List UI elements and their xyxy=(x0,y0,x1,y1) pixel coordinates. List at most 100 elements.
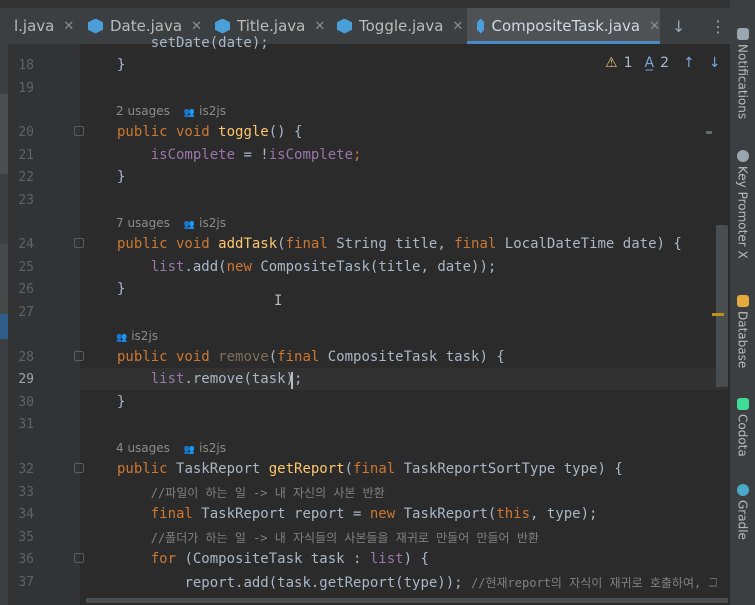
line-number: 32 xyxy=(18,462,34,477)
code-text: } xyxy=(117,394,126,410)
code-line: 36 for (CompositeTask task : list) { xyxy=(8,549,728,571)
close-icon[interactable]: ✕ xyxy=(452,19,463,34)
close-icon[interactable]: ✕ xyxy=(191,19,202,34)
database-icon xyxy=(736,295,749,307)
vertical-scrollbar[interactable] xyxy=(716,225,728,387)
inspection-widget[interactable]: ⚠ 1 A̲ 2 ↑ ↓ xyxy=(605,55,720,71)
code-line: 23 xyxy=(8,190,728,212)
author-hint: is2js xyxy=(184,216,226,230)
line-number: 19 xyxy=(18,81,34,96)
code-text: report.add(task.getReport(type)); //현재re… xyxy=(117,574,717,591)
usages-hint[interactable]: 4 usages is2js xyxy=(8,437,728,459)
tool-window-label: Key Promoter X xyxy=(735,166,750,259)
usages-hint[interactable]: 2 usages is2js xyxy=(8,100,728,122)
tool-window-label: Notifications xyxy=(735,44,750,120)
code-fragment: ( xyxy=(277,236,286,252)
line-number: 29 xyxy=(18,372,34,387)
tool-window-key-promoter[interactable]: Key Promoter X xyxy=(730,150,755,259)
keyword: public void xyxy=(117,349,219,365)
fold-marker-icon[interactable] xyxy=(74,463,84,473)
tool-window-notifications[interactable]: Notifications xyxy=(730,28,755,119)
author-hint: is2js xyxy=(184,441,226,455)
gradle-elephant-icon xyxy=(736,484,749,496)
method-name: getReport xyxy=(268,461,345,477)
usages-link[interactable]: 4 usages is2js xyxy=(116,441,226,455)
code-line: 21 isComplete = !isComplete; xyxy=(8,145,728,167)
code-fragment: (CompositeTask task : xyxy=(184,551,370,567)
tool-window-gradle[interactable]: Gradle xyxy=(730,484,755,540)
line-number: 37 xyxy=(18,575,34,590)
field: isComplete xyxy=(268,147,354,163)
code-line: 22 } xyxy=(8,167,728,189)
code-line: 32 public TaskReport getReport(final Tas… xyxy=(8,459,728,481)
line-number: 34 xyxy=(18,507,34,522)
usages-hint[interactable]: 7 usages is2js xyxy=(8,212,728,234)
typo-count[interactable]: 2 xyxy=(660,55,669,71)
close-icon[interactable]: ✕ xyxy=(649,19,660,34)
usages-link[interactable]: is2js xyxy=(116,329,158,343)
code-fragment: TaskReport xyxy=(176,461,269,477)
fold-marker-icon[interactable] xyxy=(74,238,84,248)
usages-count[interactable]: 2 usages xyxy=(116,104,170,118)
field: isComplete xyxy=(150,147,236,163)
previous-highlight-icon[interactable]: ↑ xyxy=(683,55,695,71)
keyword: public void xyxy=(117,236,219,252)
line-number: 23 xyxy=(18,193,34,208)
code-text: setDate(date); xyxy=(117,35,269,51)
code-fragment: ( xyxy=(268,349,278,365)
semicolon: ; xyxy=(353,147,362,163)
fold-marker-icon[interactable] xyxy=(74,553,84,563)
line-number: 26 xyxy=(18,282,34,297)
java-file-icon xyxy=(215,18,230,34)
error-stripe-mark[interactable] xyxy=(712,313,724,316)
code-fragment: report.add(task.getReport(type)); xyxy=(184,575,472,591)
close-icon[interactable]: ✕ xyxy=(63,19,74,34)
warning-count[interactable]: 1 xyxy=(624,55,633,71)
code-text: list.remove(task); xyxy=(117,371,303,387)
left-panel-edge xyxy=(0,44,8,605)
warning-icon[interactable]: ⚠ xyxy=(605,55,618,71)
bell-icon xyxy=(736,28,749,40)
code-fragment: TaskReport report = xyxy=(201,506,370,522)
line-number: 22 xyxy=(18,170,34,185)
usages-count[interactable]: 7 usages xyxy=(116,216,170,230)
java-file-icon xyxy=(88,18,103,34)
line-number: 28 xyxy=(18,350,34,365)
code-text: public TaskReport getReport(final TaskRe… xyxy=(117,461,623,477)
close-icon[interactable]: ✕ xyxy=(314,19,325,34)
tool-window-label: Gradle xyxy=(735,500,750,540)
window-top-strip xyxy=(0,0,730,8)
error-stripe-mark[interactable] xyxy=(706,131,712,134)
tool-window-label: Database xyxy=(735,311,750,369)
code-line: 28 public void remove(final CompositeTas… xyxy=(8,347,728,369)
code-fragment: TaskReportSortType type) { xyxy=(403,461,623,477)
keyword: public xyxy=(117,461,177,477)
usages-hint[interactable]: is2js xyxy=(8,325,728,347)
code-fragment: CompositeTask(title, date)); xyxy=(260,259,497,275)
keyword: public void xyxy=(117,124,219,140)
comment: //현재report의 자식이 재귀로 호출하여, 그 xyxy=(471,576,717,590)
horizontal-scrollbar[interactable] xyxy=(86,598,728,603)
usages-link[interactable]: 2 usages is2js xyxy=(116,104,226,118)
usages-link[interactable]: 7 usages is2js xyxy=(116,216,226,230)
code-line: 34 final TaskReport report = new TaskRep… xyxy=(8,504,728,526)
line-number: 30 xyxy=(18,395,34,410)
tool-window-codota[interactable]: Codota xyxy=(730,398,755,457)
keyword: new xyxy=(369,506,404,522)
key-promoter-icon xyxy=(736,150,749,162)
line-number: 33 xyxy=(18,485,34,500)
typo-icon[interactable]: A̲ xyxy=(644,55,654,71)
tool-window-database[interactable]: Database xyxy=(730,295,755,368)
code-fragment: .add( xyxy=(184,259,227,275)
next-highlight-icon[interactable]: ↓ xyxy=(709,55,721,71)
method-name: toggle xyxy=(218,124,269,140)
fold-marker-icon[interactable] xyxy=(74,126,84,136)
fold-marker-icon[interactable] xyxy=(74,351,84,361)
codota-icon xyxy=(736,398,749,410)
code-line: 20 public void toggle() { xyxy=(8,122,728,144)
field: list xyxy=(150,371,185,387)
usages-count[interactable]: 4 usages xyxy=(116,441,170,455)
code-text: } xyxy=(117,57,126,73)
code-line: 30 } xyxy=(8,392,728,414)
code-line: 27 xyxy=(8,302,728,324)
